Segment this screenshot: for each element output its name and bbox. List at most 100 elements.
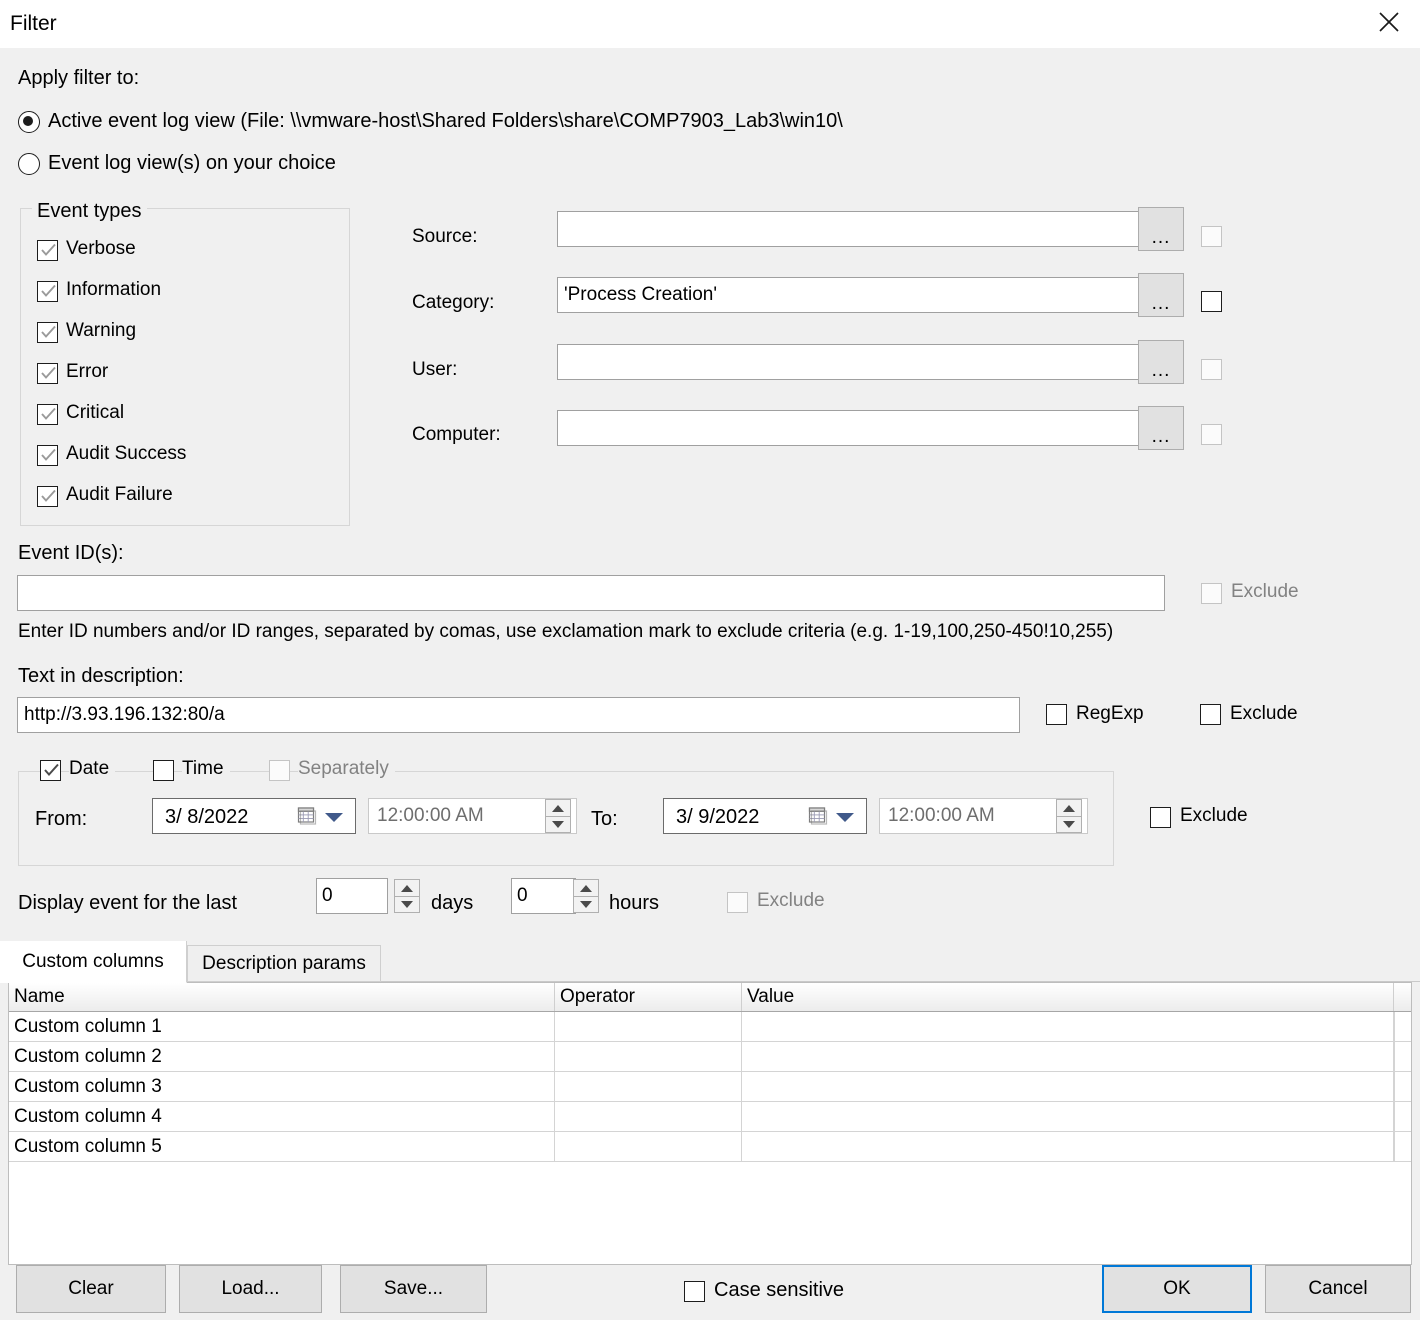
clear-button[interactable]: Clear: [16, 1265, 166, 1313]
grid-cell-name[interactable]: Custom column 2: [9, 1042, 555, 1071]
from-time-spinner[interactable]: [545, 799, 571, 833]
last-hours-spinner-up[interactable]: [573, 879, 599, 896]
regexp-checkbox[interactable]: [1046, 704, 1067, 725]
grid-cell-value[interactable]: [742, 1102, 1394, 1131]
filter-dialog: Apply filter to: Active event log view (…: [0, 48, 1420, 1320]
user-input[interactable]: [557, 344, 1140, 380]
grid-cell-operator[interactable]: [555, 1012, 742, 1041]
table-row[interactable]: Custom column 2: [9, 1042, 1411, 1072]
computer-browse-label: ...: [1151, 426, 1171, 447]
tab-description-params-label: Description params: [202, 952, 366, 974]
grid-cell-name[interactable]: Custom column 5: [9, 1132, 555, 1161]
checkbox-error-label: Error: [66, 361, 109, 382]
description-label: Text in description:: [18, 665, 184, 687]
grid-cell-value[interactable]: [742, 1132, 1394, 1161]
last-hours-value: 0: [517, 885, 528, 906]
user-exclude-checkbox[interactable]: [1201, 359, 1222, 380]
checkbox-audit-success-label: Audit Success: [66, 443, 187, 464]
event-ids-input[interactable]: [17, 575, 1165, 611]
radio-active-event-log-view[interactable]: [18, 111, 40, 133]
source-input[interactable]: [557, 211, 1140, 247]
grid-header-operator[interactable]: Operator: [555, 983, 742, 1011]
title-bar: Filter: [0, 0, 1420, 48]
custom-columns-grid[interactable]: Name Operator Value Custom column 1 Cust…: [8, 982, 1412, 1265]
tab-custom-columns[interactable]: Custom columns: [0, 941, 187, 983]
grid-cell-operator[interactable]: [555, 1072, 742, 1101]
to-time-spinner[interactable]: [1056, 799, 1082, 833]
grid-cell-name[interactable]: Custom column 4: [9, 1102, 555, 1131]
radio-active-event-log-view-label: Active event log view (File: \\vmware-ho…: [48, 110, 843, 132]
grid-cell-name[interactable]: Custom column 3: [9, 1072, 555, 1101]
date-checkbox[interactable]: [40, 760, 61, 781]
user-browse-button[interactable]: ...: [1138, 340, 1184, 384]
checkbox-error[interactable]: [37, 363, 58, 384]
grid-cell-operator[interactable]: [555, 1102, 742, 1131]
grid-cell-value[interactable]: [742, 1012, 1394, 1041]
grid-cell-value[interactable]: [742, 1042, 1394, 1071]
close-icon[interactable]: [1358, 0, 1420, 44]
datetime-exclude-label: Exclude: [1180, 805, 1248, 826]
computer-browse-button[interactable]: ...: [1138, 406, 1184, 450]
load-button[interactable]: Load...: [179, 1265, 322, 1313]
case-sensitive-checkbox[interactable]: [684, 1281, 705, 1302]
grid-cell-value[interactable]: [742, 1072, 1394, 1101]
category-input-value: 'Process Creation': [564, 284, 717, 305]
calendar-icon: [297, 806, 317, 832]
tab-strip: Custom columns Description params: [0, 941, 1420, 983]
from-time-spinner-up[interactable]: [545, 799, 571, 816]
category-exclude-checkbox[interactable]: [1201, 291, 1222, 312]
table-row[interactable]: Custom column 5: [9, 1132, 1411, 1162]
checkbox-warning[interactable]: [37, 322, 58, 343]
description-exclude-checkbox[interactable]: [1200, 704, 1221, 725]
description-input[interactable]: http://3.93.196.132:80/a: [17, 697, 1020, 733]
to-date-chevron-down-icon[interactable]: [836, 813, 854, 822]
from-time-spinner-down[interactable]: [545, 816, 571, 833]
grid-header-value[interactable]: Value: [742, 983, 1394, 1011]
checkbox-verbose[interactable]: [37, 240, 58, 261]
checkbox-audit-failure-label: Audit Failure: [66, 484, 173, 505]
datetime-exclude-checkbox[interactable]: [1150, 807, 1171, 828]
from-date-picker[interactable]: 3/ 8/2022: [152, 798, 356, 834]
checkbox-audit-failure[interactable]: [37, 486, 58, 507]
to-time-spinner-up[interactable]: [1056, 799, 1082, 816]
source-browse-button[interactable]: ...: [1138, 207, 1184, 251]
last-hours-spinner[interactable]: [573, 879, 599, 913]
grid-cell-operator[interactable]: [555, 1132, 742, 1161]
last-period-exclude-checkbox[interactable]: [727, 892, 748, 913]
category-browse-button[interactable]: ...: [1138, 273, 1184, 317]
ok-button[interactable]: OK: [1102, 1265, 1252, 1313]
cancel-button[interactable]: Cancel: [1265, 1265, 1411, 1313]
checkbox-information[interactable]: [37, 281, 58, 302]
table-row[interactable]: Custom column 4: [9, 1102, 1411, 1132]
source-exclude-checkbox[interactable]: [1201, 226, 1222, 247]
tab-description-params[interactable]: Description params: [187, 945, 381, 982]
to-date-picker[interactable]: 3/ 9/2022: [663, 798, 867, 834]
time-checkbox[interactable]: [153, 760, 174, 781]
to-date-value: 3/ 9/2022: [676, 806, 760, 828]
last-days-spinner-up[interactable]: [394, 879, 420, 896]
grid-header-name[interactable]: Name: [9, 983, 555, 1011]
computer-input[interactable]: [557, 410, 1140, 446]
grid-cell-operator[interactable]: [555, 1042, 742, 1071]
from-date-chevron-down-icon[interactable]: [325, 813, 343, 822]
save-button[interactable]: Save...: [340, 1265, 487, 1313]
to-time-spinner-down[interactable]: [1056, 816, 1082, 833]
grid-header-blank[interactable]: [1394, 983, 1411, 1011]
table-row[interactable]: Custom column 1: [9, 1012, 1411, 1042]
source-browse-label: ...: [1151, 227, 1171, 248]
last-days-spinner[interactable]: [394, 879, 420, 913]
last-days-spinner-down[interactable]: [394, 896, 420, 913]
radio-event-log-views-choice[interactable]: [18, 153, 40, 175]
last-hours-spinner-down[interactable]: [573, 896, 599, 913]
event-ids-exclude-checkbox[interactable]: [1201, 583, 1222, 604]
last-hours-input[interactable]: 0: [511, 878, 576, 914]
separately-checkbox[interactable]: [269, 760, 290, 781]
checkbox-critical[interactable]: [37, 404, 58, 425]
grid-cell-name[interactable]: Custom column 1: [9, 1012, 555, 1041]
checkbox-audit-success[interactable]: [37, 445, 58, 466]
computer-exclude-checkbox[interactable]: [1201, 424, 1222, 445]
user-browse-label: ...: [1151, 360, 1171, 381]
table-row[interactable]: Custom column 3: [9, 1072, 1411, 1102]
category-input[interactable]: 'Process Creation': [557, 277, 1140, 313]
last-days-input[interactable]: 0: [316, 878, 388, 914]
